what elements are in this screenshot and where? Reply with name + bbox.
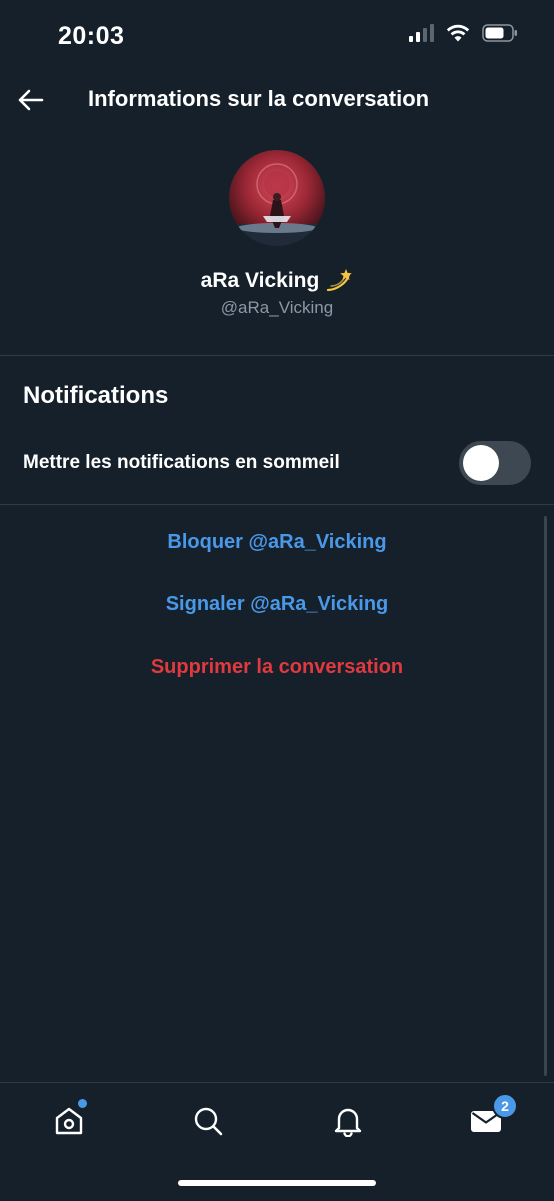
display-name-row: aRa Vicking (0, 268, 554, 294)
scrollbar[interactable] (544, 516, 547, 1076)
back-button[interactable] (12, 82, 48, 118)
delete-conversation-button[interactable]: Supprimer la conversation (0, 656, 554, 679)
tab-messages[interactable]: 2 (466, 1093, 518, 1141)
tab-home[interactable] (49, 1099, 89, 1141)
home-icon (55, 1107, 83, 1135)
status-time: 20:03 (58, 22, 125, 50)
snooze-notifications-label: Mettre les notifications en sommeil (23, 452, 340, 473)
messages-badge: 2 (492, 1093, 518, 1119)
home-notification-dot (78, 1099, 87, 1108)
avatar[interactable] (229, 150, 325, 246)
profile-section: aRa Vicking @aRa_Vicking (0, 150, 554, 318)
wifi-icon (446, 24, 470, 42)
block-user-button[interactable]: Bloquer @aRa_Vicking (0, 531, 554, 554)
user-handle: @aRa_Vicking (220, 298, 334, 317)
avatar-image (229, 150, 325, 246)
notifications-heading: Notifications (23, 382, 169, 409)
snooze-notifications-toggle[interactable] (459, 441, 531, 485)
arrow-left-icon (18, 89, 44, 111)
search-icon (194, 1107, 223, 1136)
tab-search[interactable] (188, 1101, 228, 1141)
report-user-button[interactable]: Signaler @aRa_Vicking (0, 593, 554, 616)
header: Informations sur la conversation (0, 74, 554, 126)
cellular-signal-icon (409, 24, 434, 42)
home-indicator[interactable] (178, 1180, 376, 1186)
status-icons (409, 24, 518, 42)
battery-icon (482, 24, 517, 42)
display-name: aRa Vicking (200, 269, 320, 292)
dizzy-icon (327, 269, 353, 292)
bell-icon (334, 1108, 362, 1137)
status-bar: 20:03 (0, 0, 554, 74)
divider (0, 504, 554, 505)
page-title: Informations sur la conversation (88, 86, 430, 111)
tab-notifications[interactable] (328, 1101, 368, 1141)
snooze-notifications-row: Mettre les notifications en sommeil (0, 436, 554, 492)
divider (0, 355, 554, 356)
toggle-knob (463, 445, 499, 481)
